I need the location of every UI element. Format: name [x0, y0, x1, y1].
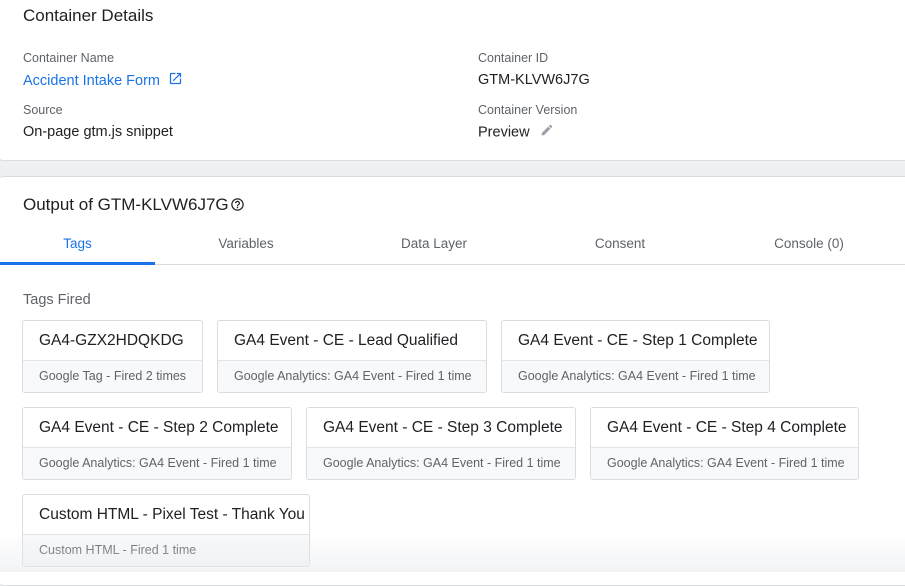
- tag-card[interactable]: GA4 Event - CE - Step 3 Complete Google …: [306, 407, 576, 480]
- output-title: Output of GTM-KLVW6J7G: [23, 195, 229, 214]
- container-details-title: Container Details: [23, 6, 154, 25]
- tag-name: GA4 Event - CE - Step 1 Complete: [518, 332, 758, 349]
- container-version-value: Preview: [478, 124, 530, 141]
- tab-variables[interactable]: Variables: [160, 235, 332, 264]
- tag-fired-detail: Custom HTML - Fired 1 time: [23, 534, 309, 566]
- tab-console[interactable]: Console (0): [718, 235, 900, 264]
- container-version-label: Container Version: [478, 103, 578, 117]
- tags-fired-heading: Tags Fired: [23, 292, 91, 308]
- tag-name: GA4 Event - CE - Step 4 Complete: [607, 419, 847, 436]
- tag-name: GA4 Event - CE - Step 2 Complete: [39, 419, 279, 436]
- tag-card[interactable]: GA4 Event - CE - Step 4 Complete Google …: [590, 407, 859, 480]
- container-id-label: Container ID: [478, 51, 549, 65]
- pencil-icon[interactable]: [540, 123, 554, 142]
- tag-card[interactable]: GA4 Event - CE - Step 1 Complete Google …: [501, 320, 770, 393]
- container-id-value: GTM-KLVW6J7G: [478, 72, 590, 88]
- tag-card[interactable]: GA4 Event - CE - Lead Qualified Google A…: [217, 320, 487, 393]
- tag-name: Custom HTML - Pixel Test - Thank You: [39, 506, 305, 523]
- tag-name: GA4 Event - CE - Step 3 Complete: [323, 419, 563, 436]
- tag-fired-detail: Google Analytics: GA4 Event - Fired 1 ti…: [23, 447, 291, 479]
- tag-fired-detail: Google Analytics: GA4 Event - Fired 1 ti…: [591, 447, 858, 479]
- active-tab-indicator: [0, 262, 155, 265]
- tab-tags[interactable]: Tags: [0, 235, 155, 264]
- tag-fired-detail: Google Tag - Fired 2 times: [23, 360, 202, 392]
- tag-fired-detail: Google Analytics: GA4 Event - Fired 1 ti…: [502, 360, 769, 392]
- help-circle-icon[interactable]: [230, 197, 245, 217]
- container-name-link[interactable]: Accident Intake Form: [23, 73, 160, 89]
- source-value: On-page gtm.js snippet: [23, 124, 173, 140]
- tab-consent[interactable]: Consent: [534, 235, 706, 264]
- tag-fired-detail: Google Analytics: GA4 Event - Fired 1 ti…: [307, 447, 575, 479]
- tag-card[interactable]: GA4 Event - CE - Step 2 Complete Google …: [22, 407, 292, 480]
- container-name-label: Container Name: [23, 51, 115, 65]
- tag-fired-detail: Google Analytics: GA4 Event - Fired 1 ti…: [218, 360, 486, 392]
- tag-card[interactable]: Custom HTML - Pixel Test - Thank You Cus…: [22, 494, 310, 567]
- container-name-field[interactable]: Accident Intake Form: [23, 71, 183, 91]
- container-version-field: Preview: [478, 123, 554, 142]
- source-label: Source: [23, 103, 63, 117]
- tag-name: GA4-GZX2HDQKDG: [39, 332, 184, 349]
- tab-data-layer[interactable]: Data Layer: [346, 235, 522, 264]
- open-in-new-icon[interactable]: [168, 71, 183, 91]
- tag-name: GA4 Event - CE - Lead Qualified: [234, 332, 459, 349]
- tag-card[interactable]: GA4-GZX2HDQKDG Google Tag - Fired 2 time…: [22, 320, 203, 393]
